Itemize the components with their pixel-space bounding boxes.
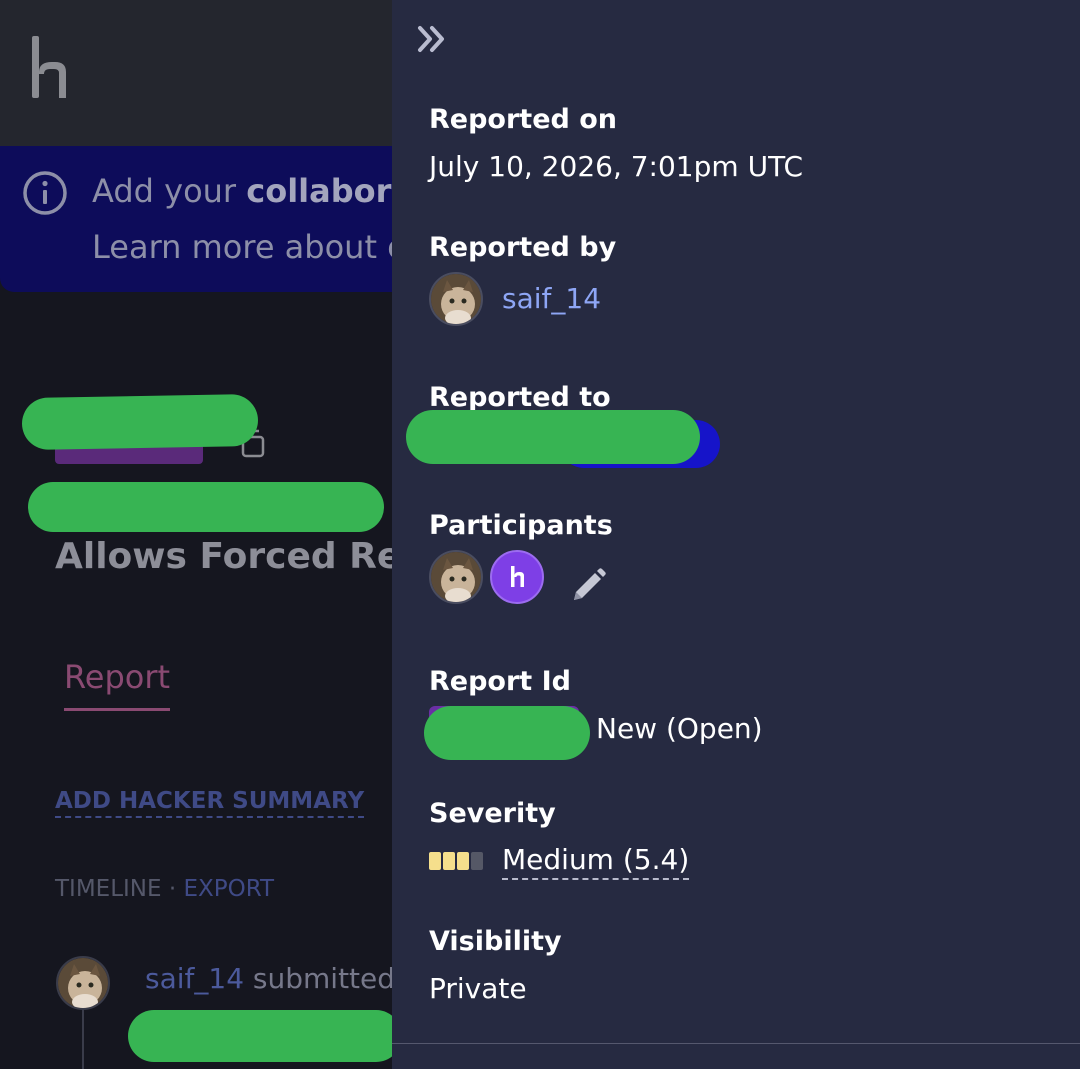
reported-on-label: Reported on [429, 104, 618, 135]
reporter-link[interactable]: saif_14 [502, 282, 601, 315]
export-link[interactable]: EXPORT [183, 876, 274, 902]
info-circle-icon [23, 171, 67, 215]
redaction [424, 706, 590, 760]
avatar[interactable] [429, 550, 483, 604]
hackerone-logo-icon [511, 566, 524, 587]
tab-report[interactable]: Report [64, 658, 171, 711]
pencil-icon[interactable] [568, 566, 608, 606]
reported-to-label: Reported to [429, 382, 611, 413]
timeline-connector [82, 1010, 84, 1069]
divider [392, 1043, 1080, 1044]
redaction [128, 1010, 402, 1062]
avatar[interactable] [56, 956, 110, 1010]
timeline-header: TIMELINE · EXPORT [55, 876, 275, 902]
hackerone-avatar[interactable] [490, 550, 544, 604]
severity-bar [457, 852, 469, 870]
redaction [21, 393, 259, 451]
timeline-label: TIMELINE [55, 876, 162, 902]
visibility-label: Visibility [429, 926, 562, 957]
severity-bar [429, 852, 441, 870]
timeline-activity: saif_14 submitted [145, 962, 392, 995]
avatar[interactable] [429, 272, 483, 326]
top-navbar [0, 0, 392, 146]
reported-by-label: Reported by [429, 232, 617, 263]
hackerone-logo[interactable] [32, 36, 72, 98]
redaction [406, 410, 700, 464]
double-chevron-right-icon[interactable] [416, 24, 448, 54]
participants-label: Participants [429, 510, 613, 541]
severity-value[interactable]: Medium (5.4) [502, 843, 690, 880]
collaborator-banner [0, 146, 392, 292]
report-id-label: Report Id [429, 666, 571, 697]
redaction [28, 482, 384, 532]
severity-label: Severity [429, 798, 556, 829]
banner-learn-more[interactable]: Learn more about c [92, 228, 392, 266]
activity-user-link[interactable]: saif_14 [145, 962, 244, 995]
report-page-background: Add your collaborat Learn more about c A… [0, 0, 392, 1069]
banner-text: Add your collaborat [92, 172, 392, 210]
severity-bar [471, 852, 483, 870]
report-status: New (Open) [596, 712, 763, 745]
add-hacker-summary-link[interactable]: ADD HACKER SUMMARY [55, 788, 365, 818]
reported-on-value: July 10, 2026, 7:01pm UTC [429, 150, 804, 183]
severity-meter [429, 852, 485, 870]
severity-bar [443, 852, 455, 870]
report-title: Allows Forced Requ [55, 536, 392, 577]
visibility-value: Private [429, 972, 527, 1005]
